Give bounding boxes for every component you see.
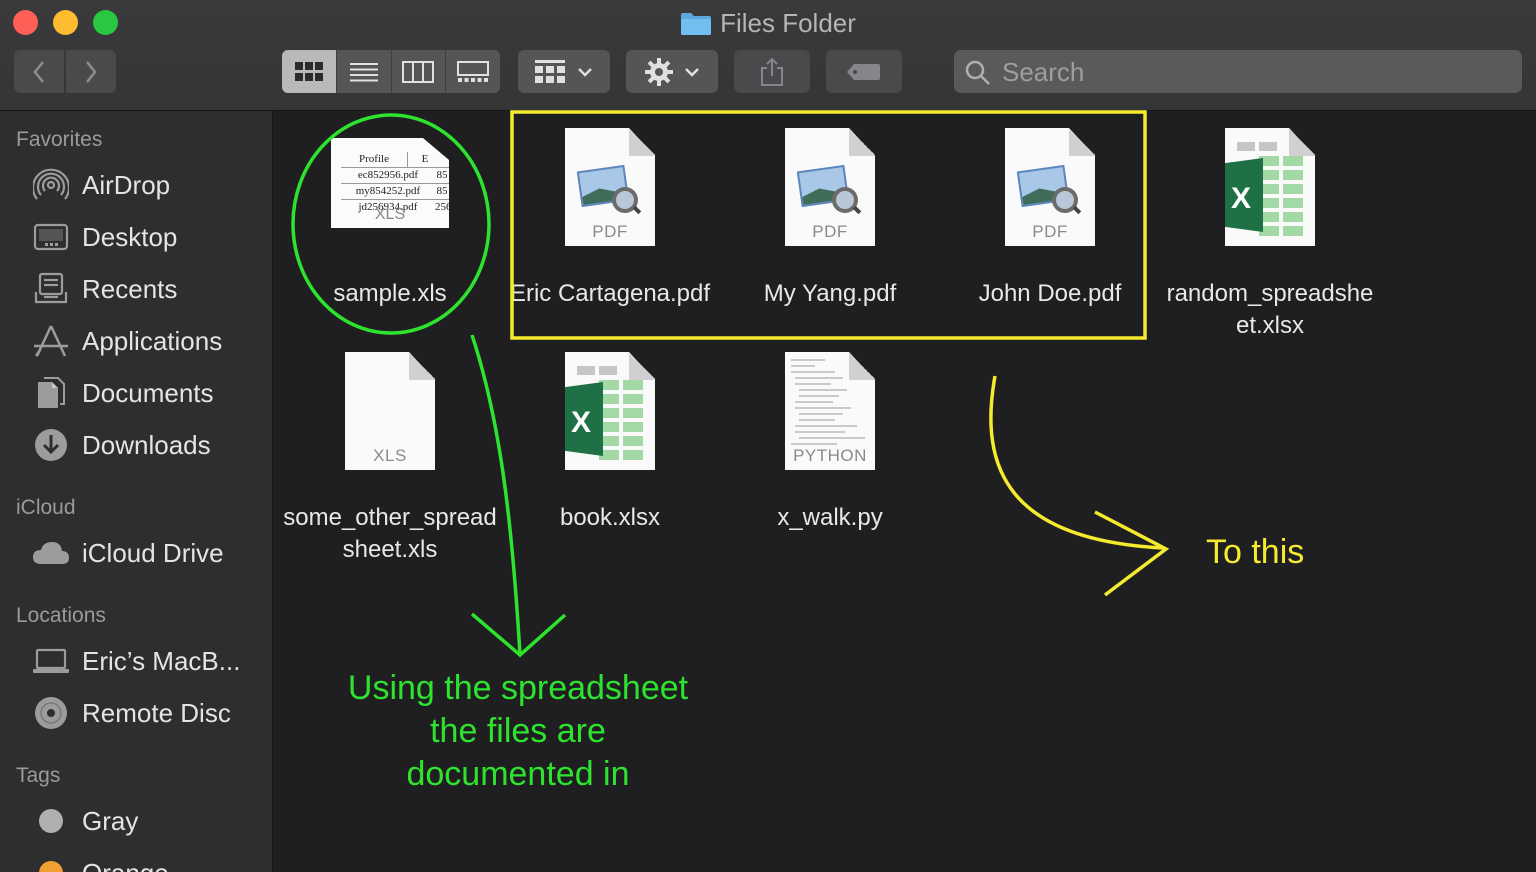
file-name: book.xlsx [559,504,661,531]
view-mode-control[interactable] [282,50,500,93]
file-name: random_spreadsheet.xlsx [1166,280,1374,339]
sidebar-item-label: Downloads [82,429,211,460]
file-name: Eric Cartagena.pdf [509,280,711,307]
chevron-down-icon [685,67,699,77]
python-file-icon: PYTHON [785,352,875,470]
spreadsheet-preview-icon: Profile E ec852956.pdf 85 my854252.pdf 85 j… [331,138,449,228]
sidebar-item-remote-disc[interactable]: Remote Disc [32,693,268,733]
sidebar-item-label: Applications [82,325,223,356]
sidebar: Favorites AirDrop Desktop Recents Applic… [0,111,273,872]
chevron-left-icon [33,60,44,83]
tag-icon [847,63,880,80]
gallery-view-button[interactable] [446,50,500,93]
sidebar-section-icloud: iCloud [16,496,76,519]
pdf-preview-icon: PDF [1005,128,1095,246]
window-title: Files Folder [0,6,1536,44]
chevron-down-icon [578,67,592,77]
pdf-preview-icon: PDF [785,128,875,246]
sidebar-item-tag-orange[interactable]: Orange [32,853,268,872]
file-name: x_walk.py [777,504,883,531]
list-view-icon [349,62,378,81]
share-button[interactable] [734,50,810,93]
recents-icon [32,272,70,306]
sidebar-item-icloud-drive[interactable]: iCloud Drive [32,533,268,573]
file-name: My Yang.pdf [763,280,897,307]
laptop-icon [32,644,70,678]
sidebar-item-applications[interactable]: Applications [32,321,268,361]
applications-icon [32,324,70,358]
chevron-right-icon [86,60,97,83]
tag-dot-icon [32,804,70,838]
sidebar-item-label: iCloud Drive [82,537,224,568]
excel-icon: X [1225,128,1315,246]
excel-icon: X [565,352,655,470]
column-view-icon [402,60,435,83]
group-by-button[interactable] [518,50,610,93]
action-button[interactable] [626,50,718,93]
sidebar-item-label: Recents [82,273,178,304]
sidebar-item-label: Remote Disc [82,697,231,728]
airdrop-icon [32,168,70,202]
xls-file-icon: XLS [345,352,435,470]
sidebar-item-desktop[interactable]: Desktop [32,217,268,257]
annotation-green-text: Using the spreadsheet the files are docu… [347,669,689,793]
pdf-preview-icon: PDF [565,128,655,246]
tag-button[interactable] [826,50,902,93]
cloud-icon [32,536,70,570]
desktop-icon [32,220,70,254]
search-field[interactable] [954,50,1522,95]
disc-icon [32,696,70,730]
sidebar-item-label: Documents [82,377,214,408]
sidebar-item-label: Orange [82,858,169,872]
folder-icon [680,10,712,44]
sidebar-section-tags: Tags [16,764,61,787]
sidebar-item-label: Gray [82,805,139,836]
sidebar-item-downloads[interactable]: Downloads [32,425,268,465]
sidebar-item-macbook[interactable]: Eric’s MacB... [32,641,268,681]
icon-view-icon [294,61,323,81]
svg-text:X: X [571,406,591,439]
finder-window: Files Folder Search Favorites AirDrop De… [0,0,1536,872]
sidebar-item-airdrop[interactable]: AirDrop [32,165,268,205]
title-bar: Files Folder [0,0,1536,111]
column-view-button[interactable] [392,50,447,93]
back-button[interactable] [14,50,64,93]
sidebar-item-tag-gray[interactable]: Gray [32,801,268,841]
icon-view-button[interactable] [282,50,337,93]
documents-icon [32,376,70,410]
gallery-view-icon [457,60,490,82]
file-grid: Profile E ec852956.pdf 85 my854252.pdf 85 j… [273,111,1536,872]
window-title-text: Files Folder [720,8,856,38]
svg-text:X: X [1231,182,1251,215]
search-icon [965,60,990,85]
sidebar-item-documents[interactable]: Documents [32,373,268,413]
gear-icon [645,57,673,86]
forward-button[interactable] [66,50,116,93]
sidebar-section-locations: Locations [16,604,106,627]
sidebar-item-recents[interactable]: Recents [32,269,268,309]
tag-dot-icon [32,856,70,872]
search-input[interactable] [1000,50,1504,95]
file-name: some_other_spreadsheet.xls [283,504,497,563]
group-by-icon [535,59,565,83]
downloads-icon [32,428,70,462]
list-view-button[interactable] [337,50,392,93]
file-name: John Doe.pdf [978,280,1122,307]
annotation-yellow-text: To this [1206,533,1305,571]
sidebar-item-label: Eric’s MacB... [82,645,241,676]
sidebar-item-label: AirDrop [82,169,171,200]
sidebar-section-favorites: Favorites [16,128,103,151]
sidebar-item-label: Desktop [82,221,178,252]
share-icon [761,57,783,86]
file-name: sample.xls [333,280,447,307]
